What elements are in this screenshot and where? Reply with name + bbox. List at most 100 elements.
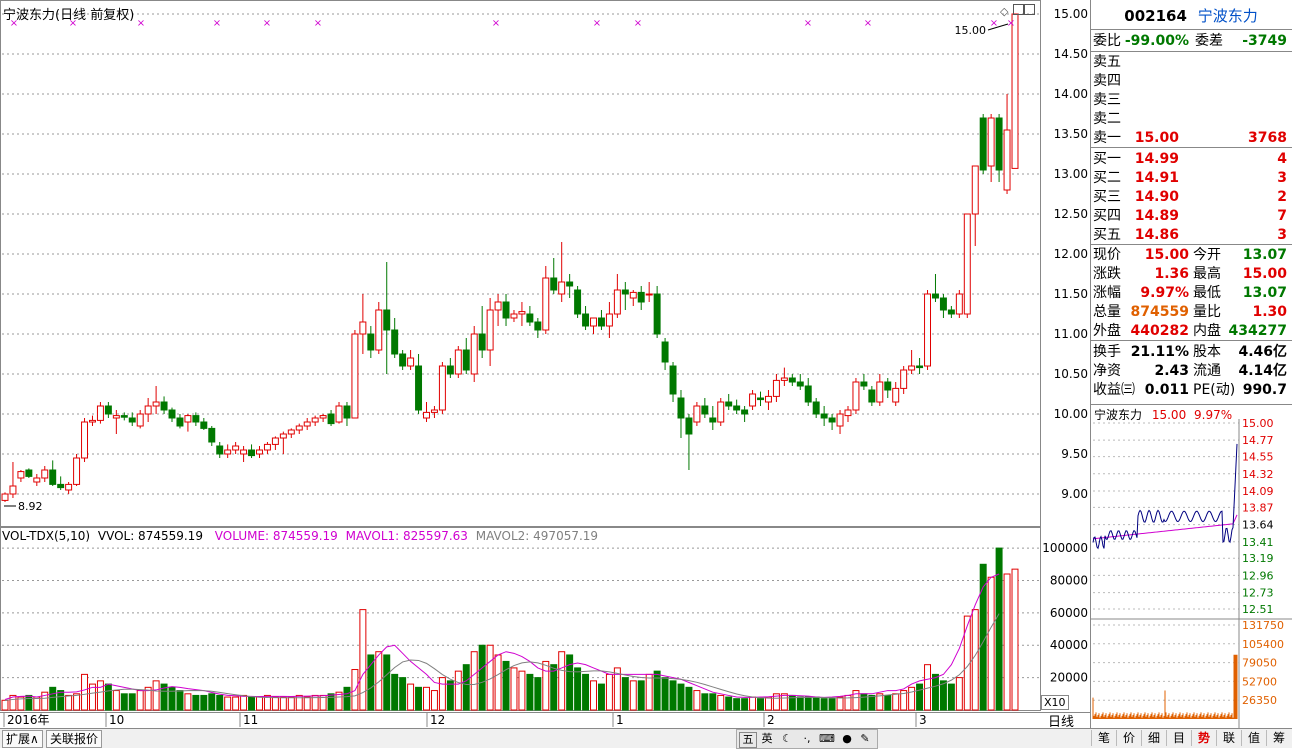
intraday-panel[interactable]: 宁波东力 15.00 9.97% 15.00 14.77 14.55 14.32 14.… [1090,404,1292,729]
window-icon[interactable] [1013,4,1024,15]
candle [621,282,629,310]
right-tab-3[interactable]: 目 [1166,730,1191,746]
candle [828,414,836,430]
event-marker: × [137,18,145,29]
stat-value: 0.011 [1144,382,1189,398]
volume-tick-label: 40000 [1050,638,1088,652]
volume-bar [438,677,446,711]
candle [574,286,582,318]
volume-bar [128,693,136,711]
keyboard-icon[interactable]: ⌨ [819,732,835,746]
stat-label: 收益㈢ [1093,382,1135,398]
related-quote-tab[interactable]: 关联报价 [46,730,103,748]
volume-bar [359,609,367,711]
date-label: 3 [919,713,927,727]
volume-bar [216,694,224,711]
stat-value: 990.7 [1242,382,1287,398]
wrench-icon[interactable]: ✎ [857,732,873,746]
volume-bar [645,673,653,711]
right-tab-1[interactable]: 价 [1116,730,1141,746]
right-tab-5[interactable]: 联 [1216,730,1241,746]
user-icon[interactable]: ● [839,732,855,746]
intraday-tick-label: 14.32 [1242,468,1274,481]
window-icon-2[interactable] [1024,4,1035,15]
event-marker: × [593,18,601,29]
candle [550,258,558,294]
volume-bar [558,651,566,711]
candle [303,418,311,430]
candle [717,398,725,426]
kline-chart-area[interactable]: 15.00 14.50 14.00 13.50 13.00 12.50 12.00 11.50… [0,0,1090,728]
candle-body [152,401,160,407]
price-tick-label: 9.50 [1061,447,1088,461]
stat-value: 15.00 [1144,247,1189,263]
candle [136,410,144,429]
candle [160,396,168,414]
candle [955,290,963,318]
bottom-bar: 扩展∧ 关联报价 五 英 ☾ ·, ⌨ ● ✎ 笔价细目势联值筹 [0,728,1292,749]
right-tab-2[interactable]: 细 [1141,730,1166,746]
candle-body [112,415,120,419]
dot-icon[interactable]: ·, [799,732,815,746]
wubi-icon[interactable]: 五 [739,732,757,748]
right-tab-7[interactable]: 筹 [1266,730,1291,746]
bid-price: 14.90 [1134,189,1179,205]
diamond-icon[interactable]: ◇ [1000,5,1008,18]
price-tick-label: 12.00 [1054,247,1088,261]
candle-body [430,409,438,413]
candle [224,444,232,458]
candle-body [924,293,932,367]
english-icon[interactable]: 英 [759,732,775,746]
candle [240,446,248,462]
volume-bar [303,696,311,711]
right-tab-4[interactable]: 势 [1191,730,1216,746]
stat-value: 2.43 [1154,363,1189,379]
stat-value: 21.11% [1130,344,1189,360]
stat-value: 1.36 [1154,266,1189,282]
candle [963,213,971,318]
candle-body [757,397,764,401]
volume-bar [391,673,399,711]
candle-body [749,393,757,407]
bid-row: 买四 14.89 7 [1091,207,1291,225]
candle [263,442,271,454]
quote-panel: 002164 宁波东力 委比 -99.00% 委差 -3749 卖五 卖四 卖三 卖二… [1090,0,1292,404]
high-price-marker: 15.00 [955,24,987,37]
volume-bar [327,693,335,711]
event-marker: × [263,18,271,29]
ask-row: 卖三 [1091,91,1291,109]
candle [582,306,590,330]
candle-body [184,415,192,423]
intraday-chart[interactable]: 15.00 14.77 14.55 14.32 14.09 13.87 13.64 13.41… [1091,419,1292,729]
right-tab-0[interactable]: 笔 [1091,730,1116,746]
candle-body [49,469,57,485]
candle [868,386,876,406]
candle [653,286,661,338]
candle-body [65,483,73,491]
candle-body [33,477,41,483]
candle [17,470,25,482]
volume-bar [757,698,764,711]
candle-body [423,411,430,419]
right-tab-6[interactable]: 值 [1241,730,1266,746]
price-tick-label: 14.50 [1054,47,1088,61]
volume-bar [120,693,128,711]
candle-body [399,353,407,367]
x10-button[interactable]: X10 [1041,695,1069,710]
candle-body [931,293,939,299]
wei-bi-row: 委比 -99.00% 委差 -3749 [1091,32,1291,50]
candle-body [788,377,796,383]
bid-volume: 3 [1277,227,1287,243]
candle [200,418,208,430]
candle-body [367,333,375,351]
candle-body [415,365,423,411]
candle-body [502,301,510,319]
moon-icon[interactable]: ☾ [779,732,795,746]
volume-bar [375,651,383,711]
candle [33,474,41,486]
candle-body [876,381,884,403]
expand-tab[interactable]: 扩展∧ [2,730,43,748]
candle-body [764,395,772,403]
candle [399,350,407,370]
candle [327,410,335,426]
